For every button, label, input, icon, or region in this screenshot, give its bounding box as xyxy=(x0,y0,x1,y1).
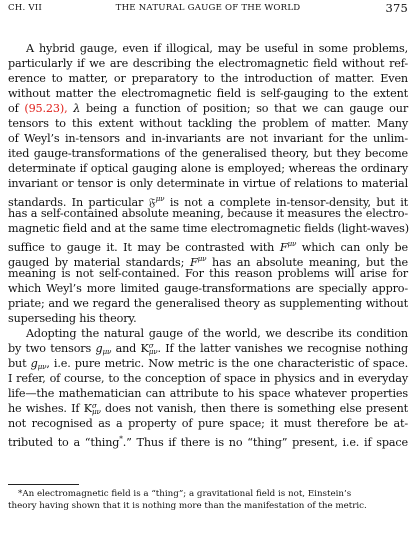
text-line: has a self-contained absolute meaning, b… xyxy=(8,207,408,220)
text-line: without matter the electromagnetic field… xyxy=(8,87,408,100)
superscript: μν xyxy=(155,194,165,203)
text-line: but gμν, i.e. pure metric. Now metric is… xyxy=(8,356,408,371)
text-line: tensors to this extent without tackling … xyxy=(8,117,408,130)
text-line: of (95.23), λ being a function of positi… xyxy=(8,101,408,116)
text-line: ited gauge-transformations of the genera… xyxy=(8,147,408,160)
footnote-line: *An electromagnetic field is a “thing”; … xyxy=(18,489,352,499)
symbol-lambda: λ xyxy=(73,102,81,115)
text-span: he wishes. If xyxy=(8,402,80,415)
text-line: A hybrid gauge, even if illogical, may b… xyxy=(8,41,408,56)
text-span: does not vanish, then there is something… xyxy=(105,402,409,415)
running-title: THE NATURAL GAUGE OF THE WORLD xyxy=(115,3,301,13)
text-span: of xyxy=(8,102,19,115)
superscript: μν xyxy=(197,254,207,263)
text-span: and xyxy=(115,342,137,355)
text-span: by two tensors xyxy=(8,342,92,355)
text-line: life—the mathematician can attribute to … xyxy=(8,387,408,400)
text-span: .” Thus if there is no “thing” present, … xyxy=(122,436,408,449)
running-header: CH. VII THE NATURAL GAUGE OF THE WORLD 3… xyxy=(8,1,408,17)
footnote-line: theory having shown that it is nothing m… xyxy=(8,501,367,511)
text-span: , i.e. pure metric. Now metric is the on… xyxy=(46,357,409,370)
book-page: CH. VII THE NATURAL GAUGE OF THE WORLD 3… xyxy=(8,0,409,552)
text-line: not recognised as a property of pure spa… xyxy=(8,417,408,430)
symbol-K: Kσ μν xyxy=(141,342,158,355)
text-span: A hybrid gauge, even if illogical, may b… xyxy=(26,42,408,55)
text-span: . If the latter vanishes we recognise no… xyxy=(157,342,409,355)
text-line: particularly if we are describing the el… xyxy=(8,57,408,70)
text-line: priate; and we regard the generalised th… xyxy=(8,297,408,310)
letter: K xyxy=(83,402,92,415)
text-line: tributed to a “thing*.” Thus if there is… xyxy=(8,431,408,449)
text-line: by two tensors gμν and Kσ μν. If the latt… xyxy=(8,341,408,356)
text-span: but xyxy=(8,357,27,370)
equation-reference-link[interactable]: (95.23), xyxy=(24,102,67,115)
text-line: erence to matter, or preparatory to the … xyxy=(8,72,408,85)
text-line: invariant or tensor is only determinate … xyxy=(8,177,408,190)
text-line: suffice to gauge it. It may be contraste… xyxy=(8,236,408,254)
symbol-g: gμν xyxy=(95,342,112,356)
text-line: superseding his theory. xyxy=(8,312,137,325)
text-line: meaning is not self-contained. For this … xyxy=(8,267,408,280)
superscript: μν xyxy=(287,239,297,248)
letter: g xyxy=(30,357,38,370)
page-number: 375 xyxy=(385,1,408,15)
text-span: tributed to a “thing xyxy=(8,436,120,449)
letter: K xyxy=(140,342,149,355)
subscript: μν xyxy=(102,347,112,356)
text-line: which Weyl’s more limited gauge-transfor… xyxy=(8,282,408,295)
text-line: I refer, of course, to the conception of… xyxy=(8,372,408,385)
text-line: Adopting the natural gauge of the world,… xyxy=(8,326,408,341)
text-line: he wishes. If Kσ μν does not vanish, then… xyxy=(8,401,408,416)
text-line: of Weyl’s in-tensors and in-invariants a… xyxy=(8,132,408,145)
text-line: magnetic field and at the same time elec… xyxy=(8,222,409,235)
text-line: gauged by material standards; Fμν has an… xyxy=(8,251,408,269)
text-span: Adopting the natural gauge of the world,… xyxy=(26,327,408,340)
symbol-g: gμν xyxy=(30,357,47,371)
text-span: being a function of position; so that we… xyxy=(86,102,409,115)
text-line: standards. In particular 𝔉μν is not a co… xyxy=(8,191,408,209)
text-line: determinate if optical gauging alone is … xyxy=(8,162,408,175)
symbol-K: Kσ μν xyxy=(84,402,101,415)
footnote-rule xyxy=(8,484,79,485)
subscript: μν xyxy=(91,407,101,416)
